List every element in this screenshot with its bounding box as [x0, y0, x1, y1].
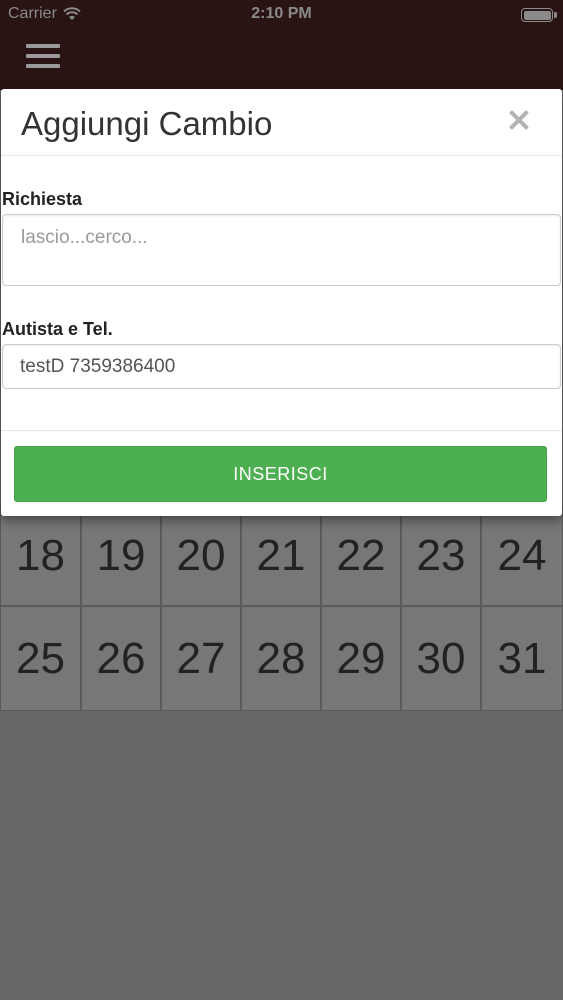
calendar-grid: 18 19 20 21 22 23 24 25 26 27 28 29 30 3… — [0, 506, 563, 711]
hamburger-menu-icon[interactable] — [26, 44, 62, 70]
calendar-day: 30 — [401, 606, 481, 711]
calendar-day: 27 — [161, 606, 241, 711]
status-time: 2:10 PM — [251, 5, 312, 22]
richiesta-textarea[interactable] — [2, 214, 561, 286]
add-change-modal: Aggiungi Cambio Richiesta Autista e Tel.… — [1, 89, 562, 516]
status-bar: Carrier 2:10 PM — [0, 0, 563, 30]
calendar-day: 21 — [241, 506, 321, 606]
app-navbar — [0, 30, 563, 90]
insert-button[interactable]: INSERISCI — [14, 446, 547, 502]
autista-label: Autista e Tel. — [2, 319, 113, 339]
modal-footer: INSERISCI — [1, 430, 562, 516]
calendar-day: 18 — [0, 506, 81, 606]
calendar-day: 24 — [481, 506, 563, 606]
calendar-day: 20 — [161, 506, 241, 606]
modal-header: Aggiungi Cambio — [1, 89, 562, 156]
richiesta-label: Richiesta — [2, 189, 83, 209]
battery-icon — [521, 8, 557, 22]
calendar-day: 29 — [321, 606, 401, 711]
calendar-day: 28 — [241, 606, 321, 711]
calendar-day: 19 — [81, 506, 161, 606]
calendar-day: 22 — [321, 506, 401, 606]
modal-title: Aggiungi Cambio — [21, 105, 273, 142]
close-icon[interactable] — [506, 107, 532, 133]
calendar-day: 31 — [481, 606, 563, 711]
calendar-day: 23 — [401, 506, 481, 606]
calendar-day: 26 — [81, 606, 161, 711]
calendar-day: 25 — [0, 606, 81, 711]
autista-input[interactable] — [2, 344, 561, 389]
